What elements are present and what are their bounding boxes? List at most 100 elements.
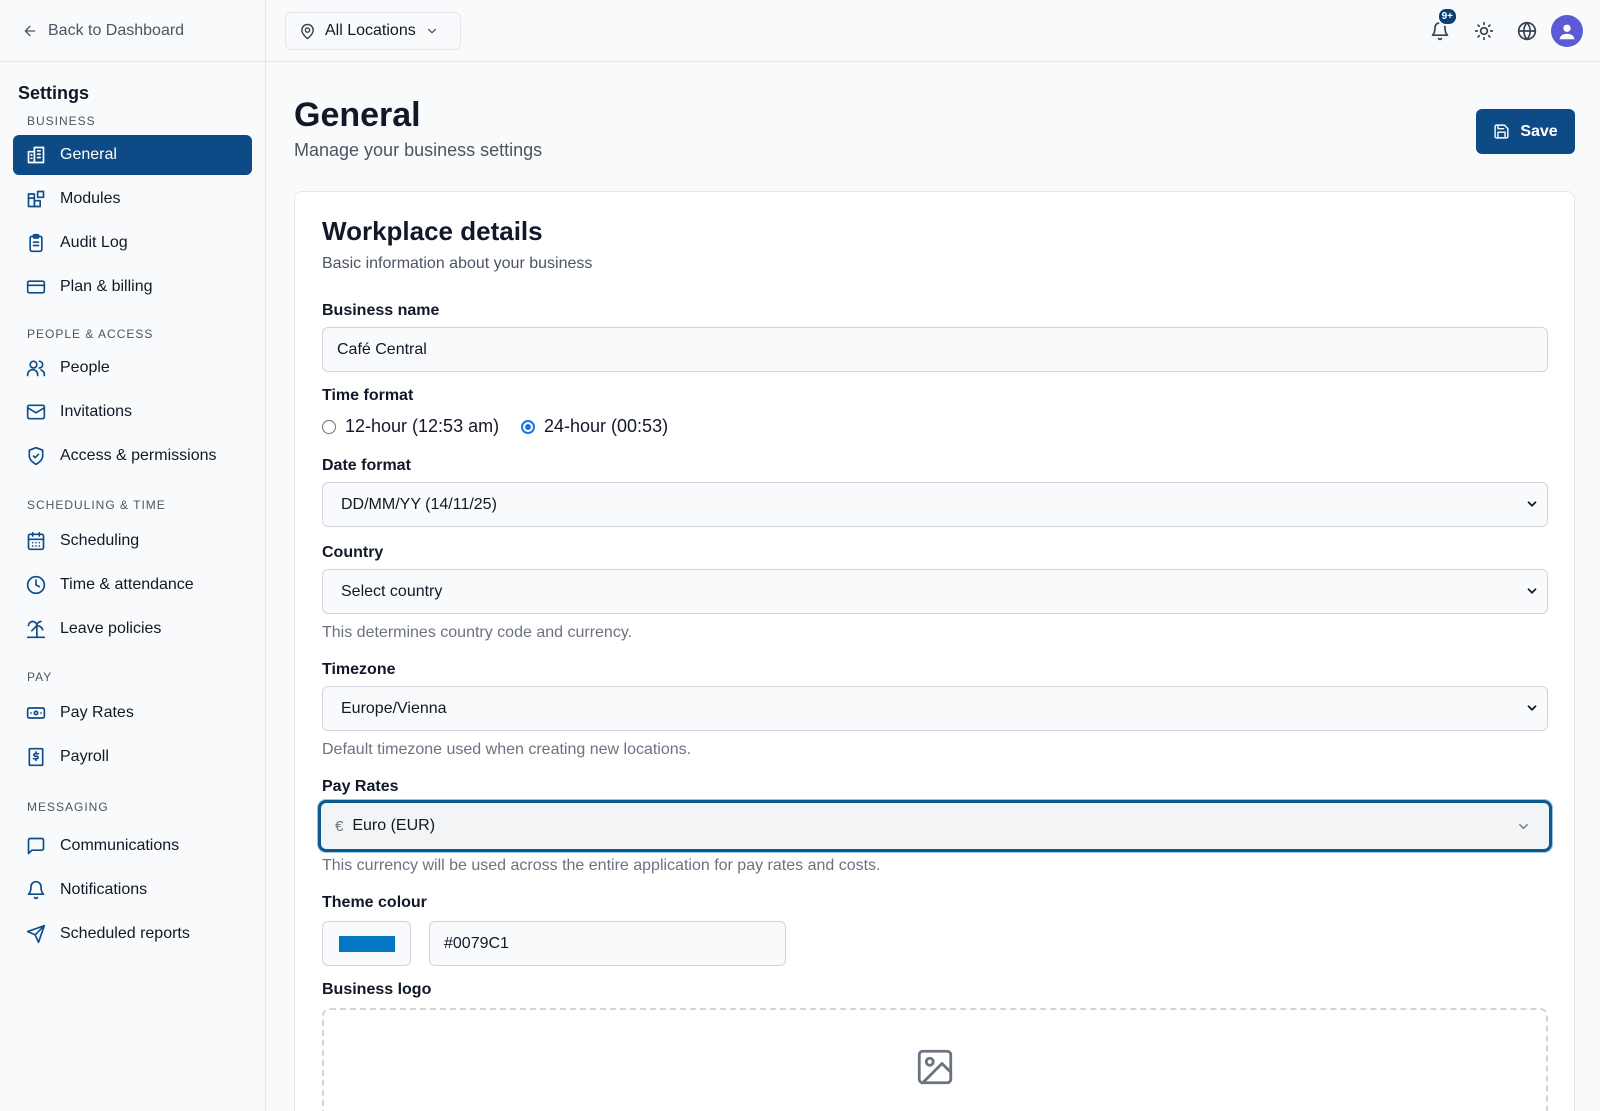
sidebar-item-audit-log[interactable]: Audit Log	[13, 223, 252, 263]
palm-tree-icon	[26, 619, 46, 639]
timezone-label: Timezone	[322, 661, 396, 678]
sidebar-item-time-attendance[interactable]: Time & attendance	[13, 565, 252, 605]
time-format-12h-option[interactable]: 12-hour (12:53 am)	[322, 416, 499, 437]
timezone-help-text: Default timezone used when creating new …	[322, 741, 692, 758]
section-business: BUSINESS	[27, 114, 96, 128]
sidebar-item-label: Payroll	[60, 748, 109, 765]
radio-24h[interactable]	[521, 419, 535, 434]
chevron-down-icon	[425, 24, 439, 38]
sidebar-item-access-permissions[interactable]: Access & permissions	[13, 436, 252, 476]
building-icon	[26, 145, 46, 165]
location-label: All Locations	[325, 22, 416, 39]
sidebar-item-label: Plan & billing	[60, 278, 153, 295]
section-messaging: MESSAGING	[27, 800, 109, 814]
notification-badge: 9+	[1436, 7, 1458, 26]
credit-card-icon	[26, 277, 46, 297]
section-pay: PAY	[27, 670, 53, 684]
theme-colour-input[interactable]: #0079C1	[429, 921, 786, 966]
business-logo-label: Business logo	[322, 981, 432, 998]
sidebar-item-general[interactable]: General	[13, 135, 252, 175]
business-name-input[interactable]: Café Central	[322, 327, 1548, 372]
euro-icon: €	[335, 817, 344, 835]
date-format-value: DD/MM/YY (14/11/25)	[341, 495, 497, 513]
chevron-down-icon	[1525, 584, 1539, 598]
back-to-dashboard-link[interactable]: Back to Dashboard	[0, 0, 265, 62]
banknote-icon	[26, 703, 46, 723]
sidebar-item-invitations[interactable]: Invitations	[13, 392, 252, 432]
logo-upload-dropzone[interactable]	[322, 1008, 1548, 1111]
sidebar: Back to Dashboard Settings BUSINESS Gene…	[0, 0, 266, 1111]
save-button[interactable]: Save	[1476, 109, 1575, 154]
sidebar-item-plan-billing[interactable]: Plan & billing	[13, 267, 252, 307]
settings-title: Settings	[18, 83, 90, 103]
workplace-details-card: Workplace details Basic information abou…	[294, 191, 1575, 1111]
language-button[interactable]	[1517, 21, 1537, 41]
topbar: All Locations 9+	[266, 0, 1600, 62]
back-label: Back to Dashboard	[48, 21, 185, 39]
country-value: Select country	[341, 582, 443, 600]
pay-rates-help-text: This currency will be used across the en…	[322, 857, 881, 874]
map-pin-icon	[299, 23, 316, 40]
section-people-access: PEOPLE & ACCESS	[27, 327, 154, 341]
card-subtitle: Basic information about your business	[322, 255, 593, 272]
save-label: Save	[1520, 122, 1558, 140]
receipt-dollar-icon	[26, 747, 46, 767]
sidebar-item-people[interactable]: People	[13, 348, 252, 388]
location-selector[interactable]: All Locations	[285, 12, 461, 50]
arrow-left-icon	[22, 23, 38, 39]
sidebar-item-label: Invitations	[60, 403, 133, 420]
section-scheduling-time: SCHEDULING & TIME	[27, 498, 166, 512]
clock-icon	[26, 575, 46, 595]
card-title: Workplace details	[322, 216, 543, 246]
business-name-label: Business name	[322, 302, 440, 319]
currency-value: Euro (EUR)	[352, 817, 436, 834]
sidebar-item-modules[interactable]: Modules	[13, 179, 252, 219]
timezone-select[interactable]: Europe/Vienna	[322, 686, 1548, 731]
shield-check-icon	[26, 446, 46, 466]
bell-icon	[26, 880, 46, 900]
sidebar-item-communications[interactable]: Communications	[13, 826, 252, 866]
notifications-button[interactable]: 9+	[1430, 7, 1458, 41]
colour-swatch	[339, 936, 395, 952]
users-icon	[26, 358, 46, 378]
save-icon	[1493, 123, 1510, 140]
theme-toggle-button[interactable]	[1474, 21, 1494, 41]
sidebar-item-label: Time & attendance	[60, 576, 194, 593]
sidebar-item-label: Modules	[60, 190, 121, 207]
sidebar-item-scheduled-reports[interactable]: Scheduled reports	[13, 914, 252, 954]
sidebar-item-label: Leave policies	[60, 620, 162, 637]
globe-icon	[1517, 21, 1537, 41]
time-format-24h-option[interactable]: 24-hour (00:53)	[521, 416, 668, 437]
radio-12h[interactable]	[322, 419, 336, 434]
sidebar-item-label: People	[60, 359, 110, 376]
date-format-select[interactable]: DD/MM/YY (14/11/25)	[322, 482, 1548, 527]
modules-icon	[26, 189, 46, 209]
chevron-down-icon	[1525, 701, 1539, 715]
currency-select[interactable]: € Euro (EUR)	[318, 800, 1552, 852]
theme-colour-picker[interactable]	[322, 921, 411, 966]
sidebar-item-pay-rates[interactable]: Pay Rates	[13, 693, 252, 733]
image-icon	[914, 1046, 956, 1088]
sidebar-item-label: General	[60, 146, 117, 163]
avatar[interactable]	[1551, 15, 1583, 47]
sidebar-item-notifications[interactable]: Notifications	[13, 870, 252, 910]
page-title: General	[294, 96, 421, 134]
chevron-down-icon	[1516, 819, 1531, 834]
sidebar-item-scheduling[interactable]: Scheduling	[13, 521, 252, 561]
sidebar-item-payroll[interactable]: Payroll	[13, 737, 252, 777]
sidebar-item-label: Access & permissions	[60, 447, 217, 464]
time-option-label: 12-hour (12:53 am)	[345, 416, 500, 436]
sidebar-item-label: Pay Rates	[60, 704, 134, 721]
page-subtitle: Manage your business settings	[294, 140, 543, 160]
date-format-label: Date format	[322, 457, 411, 474]
sidebar-item-label: Communications	[60, 837, 180, 854]
message-square-icon	[26, 836, 46, 856]
sidebar-item-label: Notifications	[60, 881, 148, 898]
sun-icon	[1474, 21, 1494, 41]
country-label: Country	[322, 544, 384, 561]
country-select[interactable]: Select country	[322, 569, 1548, 614]
mail-icon	[26, 402, 46, 422]
sidebar-item-label: Scheduled reports	[60, 925, 190, 942]
sidebar-item-leave-policies[interactable]: Leave policies	[13, 609, 252, 649]
send-icon	[26, 924, 46, 944]
